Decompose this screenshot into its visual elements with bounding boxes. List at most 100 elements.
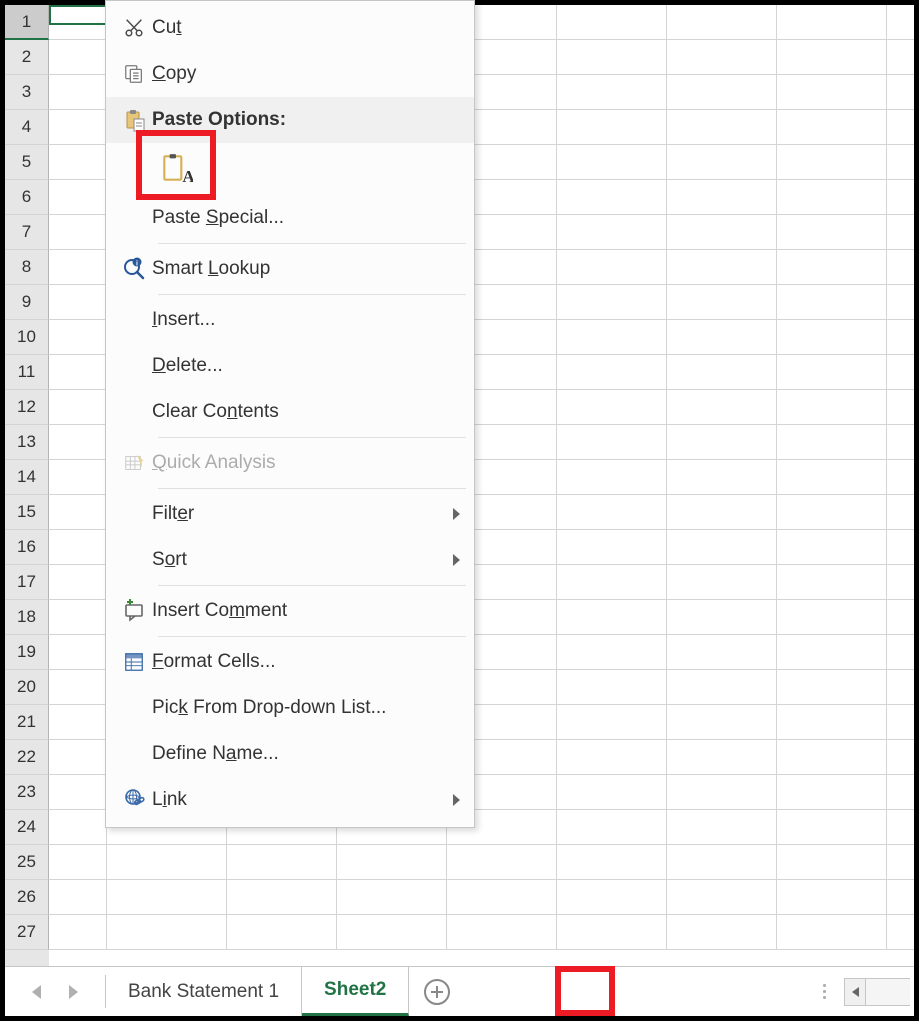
cell[interactable]	[557, 250, 667, 284]
cell[interactable]	[49, 460, 107, 494]
cell[interactable]	[667, 215, 777, 249]
cell[interactable]	[49, 390, 107, 424]
cell[interactable]	[667, 425, 777, 459]
cell[interactable]	[49, 145, 107, 179]
cell[interactable]	[49, 530, 107, 564]
cell[interactable]	[49, 740, 107, 774]
cell[interactable]	[557, 810, 667, 844]
cell[interactable]	[667, 565, 777, 599]
cell[interactable]	[557, 495, 667, 529]
cell[interactable]	[49, 495, 107, 529]
cell[interactable]	[49, 705, 107, 739]
row-header[interactable]: 6	[5, 180, 49, 215]
menu-insert-comment[interactable]: Insert Comment	[106, 588, 474, 634]
cell[interactable]	[667, 775, 777, 809]
cell[interactable]	[557, 880, 667, 914]
row-header[interactable]: 22	[5, 740, 49, 775]
tab-nav-next-icon[interactable]	[69, 985, 78, 999]
cell[interactable]	[557, 355, 667, 389]
sheet-tab-bank-statement-1[interactable]: Bank Statement 1	[106, 967, 302, 1016]
cell[interactable]	[667, 915, 777, 949]
cell[interactable]	[49, 355, 107, 389]
row-header[interactable]: 15	[5, 495, 49, 530]
row-header[interactable]: 14	[5, 460, 49, 495]
cell[interactable]	[667, 285, 777, 319]
cell[interactable]	[777, 425, 887, 459]
menu-smart-lookup[interactable]: i Smart Lookup	[106, 246, 474, 292]
scroll-left-button[interactable]	[844, 978, 866, 1006]
menu-copy[interactable]: Copy	[106, 51, 474, 97]
menu-pick-dropdown[interactable]: Pick From Drop-down List...	[106, 685, 474, 731]
row-header[interactable]: 27	[5, 915, 49, 950]
cell[interactable]	[49, 810, 107, 844]
menu-delete[interactable]: Delete...	[106, 343, 474, 389]
cell[interactable]	[667, 670, 777, 704]
cell[interactable]	[49, 320, 107, 354]
tab-nav-prev-icon[interactable]	[32, 985, 41, 999]
cell[interactable]	[777, 145, 887, 179]
menu-insert[interactable]: Insert...	[106, 297, 474, 343]
cell[interactable]	[447, 880, 557, 914]
cell[interactable]	[667, 180, 777, 214]
cell[interactable]	[447, 915, 557, 949]
menu-sort[interactable]: Sort	[106, 537, 474, 583]
cell[interactable]	[227, 880, 337, 914]
cell[interactable]	[777, 390, 887, 424]
cell[interactable]	[557, 390, 667, 424]
cell[interactable]	[667, 40, 777, 74]
cell[interactable]	[777, 355, 887, 389]
sheet-tab-sheet2[interactable]: Sheet2	[302, 967, 409, 1016]
cell[interactable]	[777, 40, 887, 74]
cell[interactable]	[227, 915, 337, 949]
cell[interactable]	[667, 250, 777, 284]
cell[interactable]	[557, 145, 667, 179]
tab-overflow-dots-icon[interactable]	[804, 967, 844, 1016]
cell[interactable]	[667, 740, 777, 774]
row-header[interactable]: 2	[5, 40, 49, 75]
cell[interactable]	[667, 75, 777, 109]
menu-filter[interactable]: Filter	[106, 491, 474, 537]
row-header[interactable]: 4	[5, 110, 49, 145]
row-header[interactable]: 3	[5, 75, 49, 110]
row-header[interactable]: 13	[5, 425, 49, 460]
row-header[interactable]: 25	[5, 845, 49, 880]
menu-paste-special[interactable]: Paste Special...	[106, 195, 474, 241]
paste-keep-source-formatting[interactable]: A	[154, 147, 198, 191]
cell[interactable]	[777, 75, 887, 109]
row-header[interactable]: 12	[5, 390, 49, 425]
cell[interactable]	[557, 5, 667, 39]
cell[interactable]	[667, 355, 777, 389]
row-header[interactable]: 16	[5, 530, 49, 565]
cell[interactable]	[777, 285, 887, 319]
cell[interactable]	[557, 460, 667, 494]
cell[interactable]	[49, 250, 107, 284]
cell-row[interactable]	[49, 915, 914, 950]
menu-link[interactable]: Link	[106, 777, 474, 823]
cell[interactable]	[557, 320, 667, 354]
row-header[interactable]: 17	[5, 565, 49, 600]
menu-format-cells[interactable]: Format Cells...	[106, 639, 474, 685]
cell[interactable]	[667, 390, 777, 424]
cell[interactable]	[557, 600, 667, 634]
cell[interactable]	[49, 845, 107, 879]
cell[interactable]	[557, 75, 667, 109]
cell[interactable]	[337, 915, 447, 949]
row-header[interactable]: 21	[5, 705, 49, 740]
cell[interactable]	[49, 180, 107, 214]
cell[interactable]	[557, 775, 667, 809]
row-header[interactable]: 23	[5, 775, 49, 810]
cell[interactable]	[49, 75, 107, 109]
menu-clear-contents[interactable]: Clear Contents	[106, 389, 474, 435]
scroll-track[interactable]	[866, 978, 910, 1006]
cell[interactable]	[667, 5, 777, 39]
cell[interactable]	[107, 915, 227, 949]
cell[interactable]	[777, 600, 887, 634]
cell[interactable]	[49, 285, 107, 319]
cell[interactable]	[49, 110, 107, 144]
cell[interactable]	[557, 215, 667, 249]
row-header[interactable]: 9	[5, 285, 49, 320]
cell[interactable]	[777, 460, 887, 494]
row-header[interactable]: 1	[5, 5, 49, 40]
cell[interactable]	[777, 880, 887, 914]
horizontal-scrollbar[interactable]	[844, 967, 914, 1016]
